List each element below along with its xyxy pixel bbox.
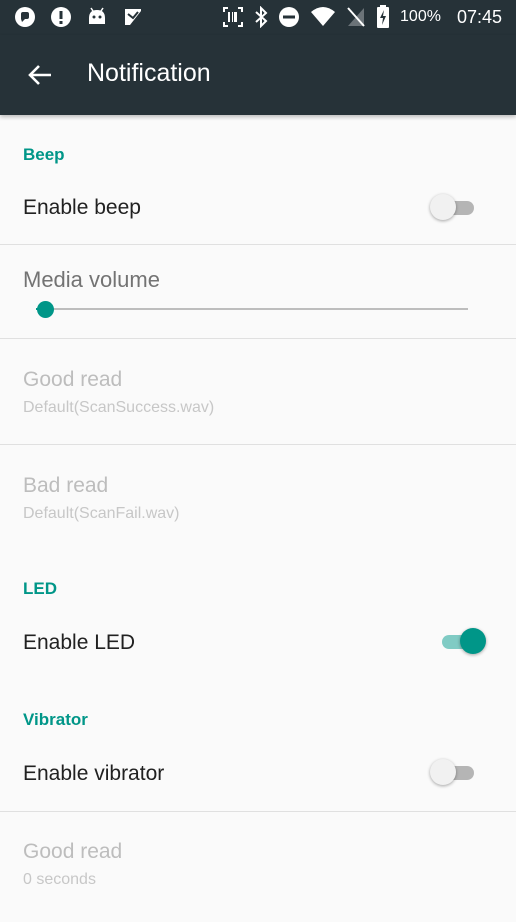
status-bar: 100% 07:45 bbox=[0, 0, 516, 35]
app-bar: Notification bbox=[0, 35, 516, 115]
switch-thumb bbox=[460, 628, 486, 654]
section-header-vibrator: Vibrator bbox=[23, 710, 88, 729]
media-volume-slider[interactable] bbox=[36, 299, 468, 319]
beep-good-read-value: Default(ScanSuccess.wav) bbox=[23, 399, 215, 416]
vibrator-good-read-label: Good read bbox=[23, 840, 123, 863]
no-sim-icon bbox=[346, 6, 366, 28]
section-header-led: LED bbox=[23, 579, 57, 598]
wifi-icon bbox=[310, 6, 336, 28]
bluetooth-icon bbox=[254, 6, 268, 28]
alert-circle-icon bbox=[50, 6, 72, 28]
status-bar-notifications bbox=[14, 6, 144, 28]
enable-led-switch[interactable] bbox=[438, 626, 486, 656]
section-header-beep: Beep bbox=[23, 145, 65, 164]
switch-thumb bbox=[430, 194, 456, 220]
scanner-icon bbox=[222, 6, 244, 28]
media-volume-label: Media volume bbox=[23, 267, 160, 292]
beep-bad-read-label: Bad read bbox=[23, 474, 109, 497]
do-not-disturb-icon bbox=[278, 6, 300, 28]
status-bar-system: 100% 07:45 bbox=[222, 5, 502, 29]
enable-vibrator-label: Enable vibrator bbox=[23, 762, 165, 785]
clock: 07:45 bbox=[456, 6, 502, 27]
chat-bubble-icon bbox=[14, 6, 36, 28]
android-icon bbox=[86, 6, 108, 28]
enable-beep-switch[interactable] bbox=[430, 192, 478, 222]
slider-thumb[interactable] bbox=[36, 301, 54, 318]
vibrator-good-read-value: 0 seconds bbox=[23, 871, 96, 888]
slider-track bbox=[36, 308, 468, 310]
arrow-back-icon bbox=[28, 65, 51, 85]
switch-thumb bbox=[430, 759, 456, 785]
enable-beep-label: Enable beep bbox=[23, 196, 141, 219]
divider bbox=[0, 244, 516, 245]
back-button[interactable] bbox=[24, 61, 56, 89]
page-title: Notification bbox=[87, 59, 211, 87]
battery-percent: 100% bbox=[400, 8, 441, 25]
battery-charging-icon bbox=[376, 5, 390, 29]
beep-bad-read-value: Default(ScanFail.wav) bbox=[23, 505, 180, 522]
enable-vibrator-switch[interactable] bbox=[430, 757, 478, 787]
app-icon bbox=[122, 6, 144, 28]
enable-led-label: Enable LED bbox=[23, 631, 136, 654]
beep-good-read-label: Good read bbox=[23, 368, 123, 391]
